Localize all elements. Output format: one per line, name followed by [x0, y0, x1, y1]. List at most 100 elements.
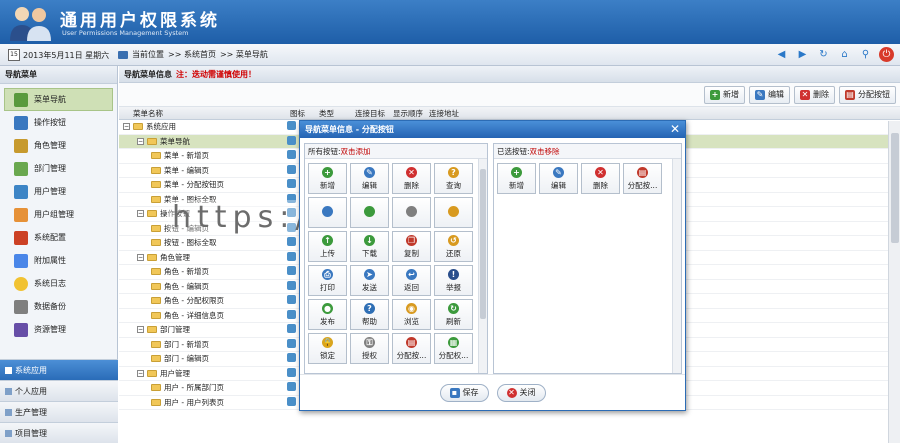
- delete-icon: ✕: [800, 89, 810, 100]
- sidebar-item-users[interactable]: 用户管理: [0, 180, 117, 203]
- permission-button[interactable]: ▤ 分配按...: [392, 333, 431, 364]
- scrollbar-thumb[interactable]: [480, 169, 486, 319]
- row-name: 用户 - 所属部门页: [119, 382, 287, 393]
- date-text: 2013年5月11日 星期六: [23, 50, 110, 60]
- permission-button[interactable]: ↩ 返回: [392, 265, 431, 296]
- sidebar-item-buttons[interactable]: 操作按钮: [0, 111, 117, 134]
- permission-button[interactable]: ↻ 刷新: [434, 299, 473, 330]
- permission-button[interactable]: 🔒 锁定: [308, 333, 347, 364]
- col-name[interactable]: 菜单名称: [119, 108, 287, 119]
- close-icon: ✕: [506, 387, 517, 398]
- back-arrow-icon[interactable]: ◀: [774, 47, 789, 62]
- selected-buttons-scrollbar[interactable]: [672, 159, 681, 373]
- collapse-icon[interactable]: −: [137, 210, 144, 218]
- delete-button[interactable]: ✕ 删除: [794, 85, 835, 104]
- scrollbar-thumb[interactable]: [891, 133, 899, 243]
- permission-button[interactable]: ? 查询: [434, 163, 473, 194]
- add-button[interactable]: + 新增: [704, 85, 745, 104]
- menu-item-icon: [287, 338, 296, 348]
- permission-button[interactable]: [392, 197, 431, 228]
- folder-icon: [133, 123, 143, 131]
- power-icon[interactable]: ⏻: [879, 47, 894, 62]
- category-system-apps[interactable]: 系统应用: [0, 359, 118, 380]
- sidebar-item-logs[interactable]: 系统日志: [0, 272, 117, 295]
- permission-button[interactable]: ✕ 删除: [581, 163, 620, 194]
- row-name: 菜单 - 新增页: [119, 150, 287, 161]
- dialog-title: 导航菜单信息 - 分配按钮: [305, 125, 394, 134]
- sidebar-item-backup[interactable]: 数据备份: [0, 295, 117, 318]
- close-icon[interactable]: ✕: [670, 121, 680, 138]
- permission-button[interactable]: ▦ 分配权...: [434, 333, 473, 364]
- assign-buttons-button[interactable]: ▤ 分配按钮: [839, 85, 896, 104]
- permission-button[interactable]: ● 发布: [308, 299, 347, 330]
- sidebar-item-user-groups[interactable]: 用户组管理: [0, 203, 117, 226]
- permission-button[interactable]: + 新增: [497, 163, 536, 194]
- folder-icon: [151, 282, 161, 290]
- selected-buttons-pane: 已选按钮:双击移除 + 新增 ✎ 编辑 ✕ 删除 ▤ 分配按...: [493, 143, 682, 374]
- folder-icon: [147, 253, 157, 261]
- permission-button[interactable]: ⎙ 打印: [308, 265, 347, 296]
- permission-button[interactable]: ➤ 发送: [350, 265, 389, 296]
- col-url[interactable]: 连接地址: [426, 108, 900, 119]
- permission-button[interactable]: ! 举报: [434, 265, 473, 296]
- category-projects[interactable]: 项目管理: [0, 422, 118, 443]
- permission-button[interactable]: ◉ 浏览: [392, 299, 431, 330]
- button-icon: ▤: [406, 336, 417, 348]
- collapse-icon[interactable]: −: [137, 137, 144, 145]
- category-production[interactable]: 生产管理: [0, 401, 118, 422]
- folder-icon: [147, 210, 157, 218]
- home-icon[interactable]: ⌂: [837, 47, 852, 62]
- collapse-icon[interactable]: −: [137, 253, 144, 261]
- button-icon: +: [511, 166, 522, 178]
- button-icon: ?: [364, 302, 375, 314]
- permission-button[interactable]: ✕ 删除: [392, 163, 431, 194]
- permission-button[interactable]: ✎ 编辑: [350, 163, 389, 194]
- permission-button[interactable]: [434, 197, 473, 228]
- sidebar-item-attributes[interactable]: 附加属性: [0, 249, 117, 272]
- permission-button[interactable]: ↑ 上传: [308, 231, 347, 262]
- search-icon[interactable]: ⚲: [858, 47, 873, 62]
- permission-button[interactable]: ? 帮助: [350, 299, 389, 330]
- button-icon: ?: [448, 166, 459, 178]
- button-icon: ✕: [406, 166, 417, 178]
- col-order[interactable]: 显示顺序: [390, 108, 426, 119]
- edit-button[interactable]: ✎ 编辑: [749, 85, 790, 104]
- button-icon: +: [322, 166, 333, 178]
- col-icon[interactable]: 图标: [287, 108, 316, 119]
- sidebar: 导航菜单 菜单导航 操作按钮 角色管理 部门管理 用户管理 用户组管理 系统配置…: [0, 66, 118, 443]
- crumb-menu-nav[interactable]: >> 菜单导航: [220, 49, 268, 60]
- folder-icon: [151, 297, 161, 305]
- permission-button[interactable]: ⚿ 授权: [350, 333, 389, 364]
- col-target[interactable]: 连接目标: [352, 108, 390, 119]
- permission-button[interactable]: + 新增: [308, 163, 347, 194]
- permission-button[interactable]: ↓ 下载: [350, 231, 389, 262]
- permission-button[interactable]: ❐ 复制: [392, 231, 431, 262]
- category-personal-apps[interactable]: 个人应用: [0, 380, 118, 401]
- sidebar-item-resources[interactable]: 资源管理: [0, 318, 117, 341]
- permission-button[interactable]: [308, 197, 347, 228]
- department-icon: [14, 161, 28, 176]
- permission-button[interactable]: ↺ 还原: [434, 231, 473, 262]
- save-button[interactable]: ▪ 保存: [439, 383, 489, 402]
- forward-arrow-icon[interactable]: ▶: [795, 47, 810, 62]
- grid-scrollbar[interactable]: [888, 121, 900, 443]
- sidebar-categories: 系统应用 个人应用 生产管理 项目管理: [0, 359, 118, 443]
- refresh-icon[interactable]: ↻: [816, 47, 831, 62]
- col-type[interactable]: 类型: [316, 108, 352, 119]
- all-buttons-scrollbar[interactable]: [478, 159, 487, 373]
- sidebar-item-config[interactable]: 系统配置: [0, 226, 117, 249]
- permission-button[interactable]: [350, 197, 389, 228]
- crumb-home[interactable]: >> 系统首页: [168, 49, 216, 60]
- all-buttons-header: 所有按钮:双击添加: [305, 144, 487, 159]
- collapse-icon[interactable]: −: [137, 369, 144, 377]
- category-icon: [5, 387, 12, 395]
- folder-icon: [151, 398, 161, 406]
- collapse-icon[interactable]: −: [137, 326, 144, 334]
- sidebar-item-menu-nav[interactable]: 菜单导航: [4, 88, 113, 111]
- permission-button[interactable]: ✎ 编辑: [539, 163, 578, 194]
- permission-button[interactable]: ▤ 分配按...: [623, 163, 662, 194]
- collapse-icon[interactable]: −: [123, 123, 130, 131]
- close-button[interactable]: ✕ 关闭: [496, 383, 546, 402]
- sidebar-item-roles[interactable]: 角色管理: [0, 134, 117, 157]
- sidebar-item-departments[interactable]: 部门管理: [0, 157, 117, 180]
